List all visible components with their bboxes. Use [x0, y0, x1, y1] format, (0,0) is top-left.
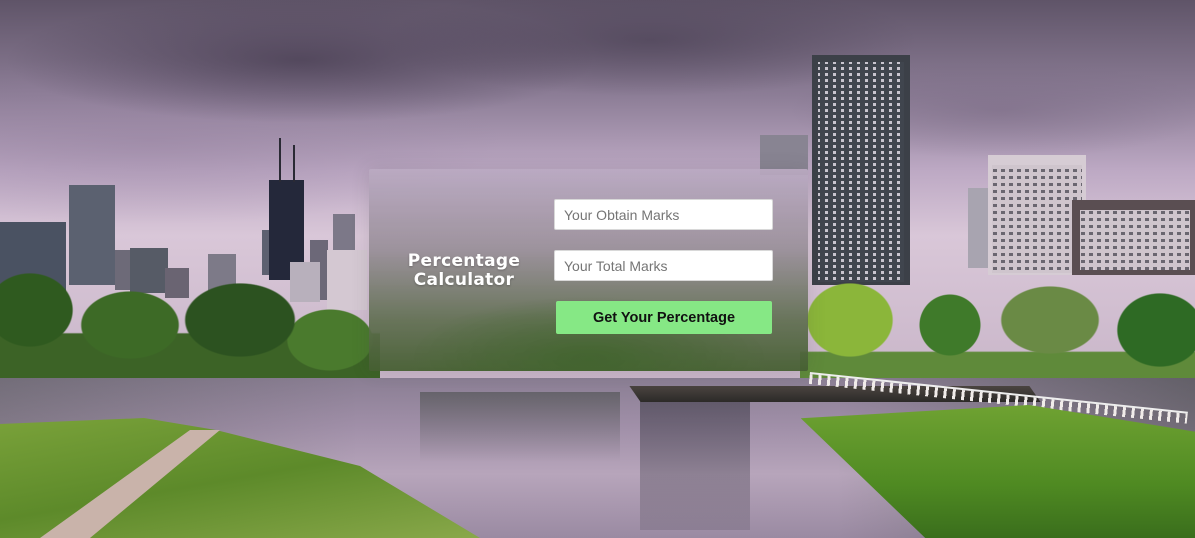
get-percentage-button[interactable]: Get Your Percentage: [556, 301, 772, 334]
title-line-1: Percentage: [407, 251, 521, 271]
title-line-2: Calculator: [413, 270, 515, 290]
total-marks-input[interactable]: [554, 250, 773, 281]
obtain-marks-input[interactable]: [554, 199, 773, 230]
calculator-card: Percentage Calculator Get Your Percentag…: [369, 169, 808, 371]
calculator-title: Percentage Calculator: [369, 252, 559, 290]
water-reflection: [640, 390, 750, 530]
water-reflection-trees: [420, 392, 620, 462]
